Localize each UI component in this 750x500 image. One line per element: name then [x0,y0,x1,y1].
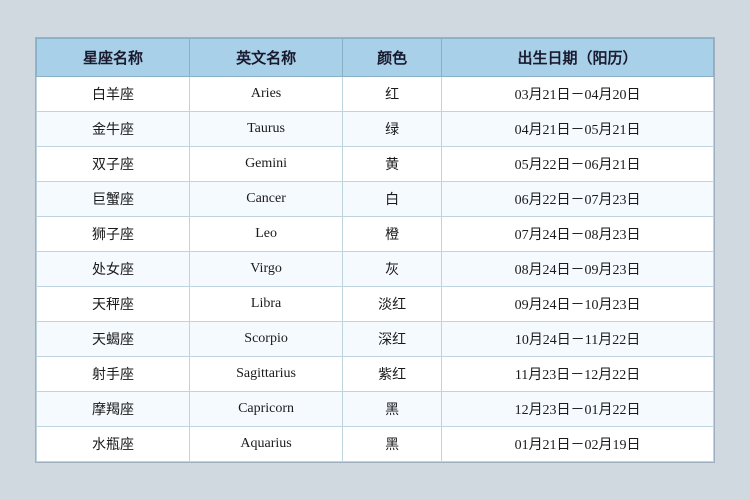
cell-r1-c2: 绿 [343,112,442,147]
cell-r4-c1: Leo [190,217,343,252]
cell-r4-c3: 07月24日－08月23日 [442,217,714,252]
cell-r2-c2: 黄 [343,147,442,182]
table-row: 天秤座Libra淡红09月24日－10月23日 [37,287,714,322]
cell-r7-c1: Scorpio [190,322,343,357]
cell-r0-c1: Aries [190,77,343,112]
cell-r6-c0: 天秤座 [37,287,190,322]
table-row: 天蝎座Scorpio深红10月24日－11月22日 [37,322,714,357]
cell-r9-c0: 摩羯座 [37,392,190,427]
zodiac-table: 星座名称英文名称颜色出生日期（阳历） 白羊座Aries红03月21日－04月20… [36,38,714,462]
cell-r7-c0: 天蝎座 [37,322,190,357]
table-row: 金牛座Taurus绿04月21日－05月21日 [37,112,714,147]
cell-r3-c0: 巨蟹座 [37,182,190,217]
table-row: 摩羯座Capricorn黑12月23日－01月22日 [37,392,714,427]
cell-r5-c1: Virgo [190,252,343,287]
cell-r8-c3: 11月23日－12月22日 [442,357,714,392]
cell-r9-c2: 黑 [343,392,442,427]
cell-r10-c2: 黑 [343,427,442,462]
cell-r5-c0: 处女座 [37,252,190,287]
cell-r1-c1: Taurus [190,112,343,147]
cell-r5-c2: 灰 [343,252,442,287]
header-col-2: 颜色 [343,39,442,77]
table-row: 水瓶座Aquarius黑01月21日－02月19日 [37,427,714,462]
cell-r7-c2: 深红 [343,322,442,357]
cell-r6-c3: 09月24日－10月23日 [442,287,714,322]
table-row: 射手座Sagittarius紫红11月23日－12月22日 [37,357,714,392]
cell-r4-c0: 狮子座 [37,217,190,252]
cell-r0-c0: 白羊座 [37,77,190,112]
cell-r8-c2: 紫红 [343,357,442,392]
table-row: 双子座Gemini黄05月22日－06月21日 [37,147,714,182]
table-row: 处女座Virgo灰08月24日－09月23日 [37,252,714,287]
cell-r0-c2: 红 [343,77,442,112]
cell-r3-c1: Cancer [190,182,343,217]
cell-r1-c3: 04月21日－05月21日 [442,112,714,147]
header-col-3: 出生日期（阳历） [442,39,714,77]
table-row: 巨蟹座Cancer白06月22日－07月23日 [37,182,714,217]
cell-r3-c3: 06月22日－07月23日 [442,182,714,217]
cell-r9-c1: Capricorn [190,392,343,427]
cell-r8-c1: Sagittarius [190,357,343,392]
cell-r10-c1: Aquarius [190,427,343,462]
cell-r6-c1: Libra [190,287,343,322]
cell-r1-c0: 金牛座 [37,112,190,147]
cell-r0-c3: 03月21日－04月20日 [442,77,714,112]
cell-r4-c2: 橙 [343,217,442,252]
cell-r3-c2: 白 [343,182,442,217]
cell-r10-c3: 01月21日－02月19日 [442,427,714,462]
table-row: 白羊座Aries红03月21日－04月20日 [37,77,714,112]
cell-r2-c0: 双子座 [37,147,190,182]
cell-r2-c3: 05月22日－06月21日 [442,147,714,182]
cell-r8-c0: 射手座 [37,357,190,392]
cell-r10-c0: 水瓶座 [37,427,190,462]
table-body: 白羊座Aries红03月21日－04月20日金牛座Taurus绿04月21日－0… [37,77,714,462]
cell-r7-c3: 10月24日－11月22日 [442,322,714,357]
cell-r2-c1: Gemini [190,147,343,182]
zodiac-table-container: 星座名称英文名称颜色出生日期（阳历） 白羊座Aries红03月21日－04月20… [35,37,715,463]
table-header-row: 星座名称英文名称颜色出生日期（阳历） [37,39,714,77]
cell-r6-c2: 淡红 [343,287,442,322]
table-row: 狮子座Leo橙07月24日－08月23日 [37,217,714,252]
header-col-0: 星座名称 [37,39,190,77]
cell-r5-c3: 08月24日－09月23日 [442,252,714,287]
cell-r9-c3: 12月23日－01月22日 [442,392,714,427]
header-col-1: 英文名称 [190,39,343,77]
